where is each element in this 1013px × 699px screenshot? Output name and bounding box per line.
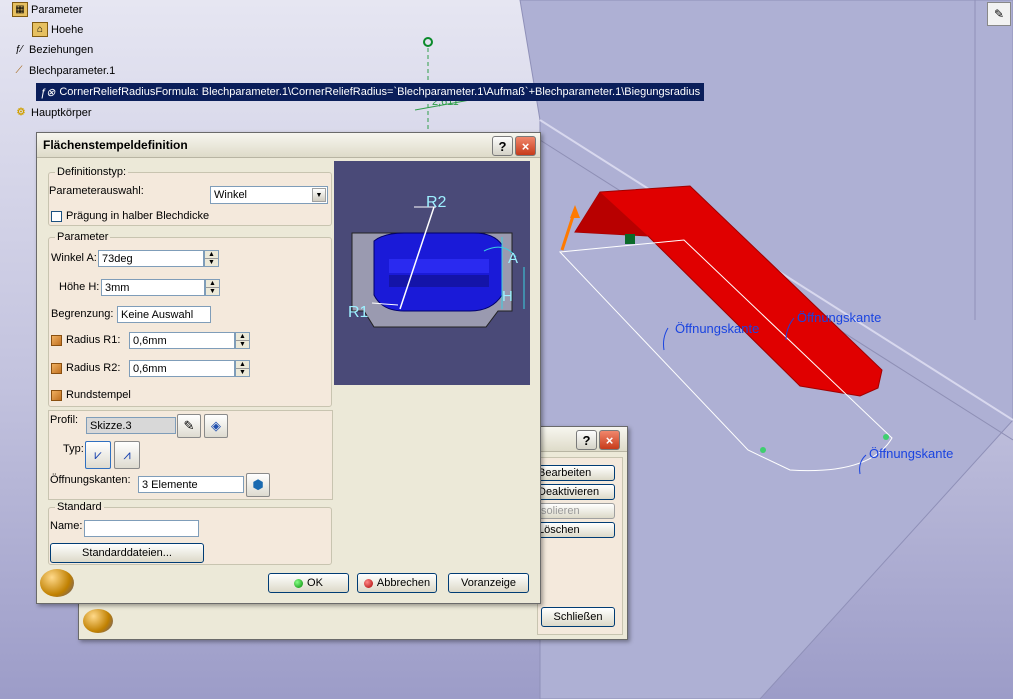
tree-item-label: Parameter: [31, 3, 83, 16]
standard-legend: Standard: [57, 501, 102, 513]
partbody-icon: ⚙: [16, 107, 26, 118]
cancel-button[interactable]: Abbrechen: [357, 573, 437, 593]
angle-label: Winkel A:: [51, 252, 97, 264]
edge-point-2: [883, 434, 889, 440]
type-label: Typ:: [63, 443, 84, 455]
catia-logo: [83, 609, 113, 633]
tree-item-label: Hoehe: [51, 23, 84, 36]
chevron-down-icon: ▼: [312, 188, 326, 202]
compass-icon[interactable]: ✎: [987, 2, 1011, 26]
relations-icon: ƒ⁄: [15, 44, 23, 55]
tree-item-label: Hauptkörper: [31, 106, 92, 119]
opening-edges-field[interactable]: 3 Elemente: [138, 476, 244, 493]
edge-annotation-3[interactable]: Öffnungskante: [869, 446, 953, 461]
radius-r1-label: Radius R1:: [66, 334, 121, 346]
edit-sketch-button[interactable]: ✎: [177, 414, 201, 438]
height-label: Höhe H:: [59, 281, 100, 293]
type-closed-button[interactable]: ⩘: [114, 441, 140, 469]
name-label: Name:: [50, 520, 83, 532]
stamp-preview-drawing: R2 R1 A H: [348, 194, 525, 328]
round-stamp-label: Rundstempel: [66, 389, 131, 401]
edge-selection-icon: ⬢: [252, 477, 264, 492]
limit-label: Begrenzung:: [51, 308, 114, 320]
close-button[interactable]: Schließen: [541, 607, 615, 627]
definition-type-legend: Definitionstyp:: [57, 166, 127, 178]
surface-stamp-dialog[interactable]: Flächenstempeldefinition ? × Definitions…: [36, 132, 541, 604]
limit-field[interactable]: Keine Auswahl: [117, 306, 211, 323]
param-selection-label: Parameterauswahl:: [49, 185, 144, 197]
type-open-button[interactable]: ⩗: [85, 441, 111, 469]
parameter-legend: Parameter: [57, 231, 109, 243]
close-icon[interactable]: ×: [515, 136, 536, 156]
radius-r1-checkbox[interactable]: [51, 335, 62, 346]
ok-status-icon: [294, 578, 304, 588]
dialog-title: Flächenstempeldefinition: [43, 138, 188, 152]
back-close-icon[interactable]: ×: [599, 430, 620, 450]
isolate-button[interactable]: Isolieren: [535, 503, 615, 519]
ok-button[interactable]: OK: [268, 573, 349, 593]
edge-annotation-1[interactable]: Öffnungskante: [675, 321, 759, 336]
preview-label-r2: R2: [426, 194, 447, 211]
preview-button[interactable]: Voranzeige: [448, 573, 529, 593]
height-stepper[interactable]: ▲ ▼: [205, 279, 220, 296]
tree-item-hauptkoerper[interactable]: ⚙ Hauptkörper: [14, 106, 92, 119]
standard-files-button[interactable]: Standarddateien...: [50, 543, 204, 563]
sheetmetal-params-icon: ⟋: [15, 65, 23, 76]
round-stamp-checkbox[interactable]: [51, 390, 62, 401]
axis-origin-marker: [423, 37, 433, 47]
stamp-preview-image: R2 R1 A H: [334, 161, 530, 385]
deactivate-button[interactable]: Deaktivieren: [535, 484, 615, 500]
sketch-marker-icon: [625, 234, 635, 244]
edges-select-button[interactable]: ⬢: [246, 473, 270, 497]
formula-icon: ƒ⊗: [40, 86, 56, 99]
tree-item-parameter[interactable]: ▦ Parameter: [12, 2, 82, 17]
help-button[interactable]: ?: [492, 136, 513, 156]
delete-button[interactable]: Löschen: [535, 522, 615, 538]
name-input[interactable]: [84, 520, 199, 537]
sketch-plane-icon: ◈: [211, 418, 221, 433]
radius-r1-input[interactable]: 0,6mm: [129, 332, 235, 349]
profile-label: Profil:: [50, 414, 79, 426]
radius-r1-stepper[interactable]: ▲ ▼: [235, 332, 250, 349]
half-thickness-label: Prägung in halber Blechdicke: [66, 210, 210, 222]
back-help-button[interactable]: ?: [576, 430, 597, 450]
angle-input[interactable]: 73deg: [98, 250, 204, 267]
edit-button[interactable]: Bearbeiten: [535, 465, 615, 481]
preview-label-h: H: [502, 288, 513, 305]
angle-stepper[interactable]: ▲ ▼: [204, 250, 219, 267]
radius-r2-label: Radius R2:: [66, 362, 121, 374]
profile-field[interactable]: Skizze.3: [86, 417, 176, 434]
height-input[interactable]: 3mm: [101, 279, 205, 296]
stamp-type-closed-icon: ⩘: [123, 447, 131, 462]
sketch-edit-icon: ✎: [183, 418, 195, 433]
tree-item-label: Beziehungen: [29, 43, 94, 56]
dialog-titlebar[interactable]: Flächenstempeldefinition: [37, 133, 540, 158]
tree-item-blechparameter[interactable]: ⟋ Blechparameter.1: [12, 64, 116, 77]
preview-label-a: A: [508, 250, 518, 267]
parameter-value-icon: ⌂: [32, 22, 48, 37]
preview-label-r1: R1: [348, 304, 369, 321]
half-thickness-checkbox[interactable]: [51, 211, 62, 222]
tree-item-hoehe[interactable]: ⌂ Hoehe: [32, 22, 83, 37]
create-sketch-button[interactable]: ◈: [204, 414, 228, 438]
radius-r2-checkbox[interactable]: [51, 363, 62, 374]
edge-annotation-2[interactable]: Öffnungskante: [797, 310, 881, 325]
radius-r2-input[interactable]: 0,6mm: [129, 360, 235, 377]
parameter-icon: ▦: [12, 2, 28, 17]
opening-edges-label: Öffnungskanten:: [50, 474, 131, 486]
formula-tree-item[interactable]: ƒ⊗ CornerReliefRadiusFormula: Blechparam…: [36, 83, 705, 101]
radius-r2-stepper[interactable]: ▲ ▼: [235, 360, 250, 377]
cancel-status-icon: [363, 578, 373, 588]
tree-item-label: Blechparameter.1: [29, 64, 116, 77]
formula-text: CornerReliefRadiusFormula: Blechparamete…: [59, 86, 701, 98]
catia-logo: [40, 569, 74, 597]
param-selection-dropdown[interactable]: Winkel ▼: [210, 186, 328, 204]
edge-point-1: [760, 447, 766, 453]
tree-item-beziehungen[interactable]: ƒ⁄ Beziehungen: [12, 43, 93, 56]
stamp-type-open-icon: ⩗: [94, 447, 102, 462]
